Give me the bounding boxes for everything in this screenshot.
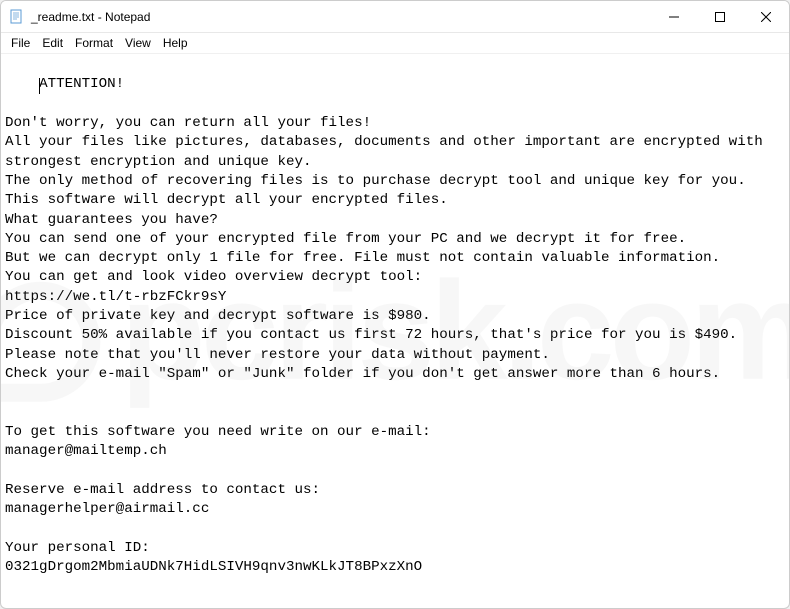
text-cursor — [39, 78, 40, 94]
titlebar: _readme.txt - Notepad — [1, 1, 789, 33]
menu-view[interactable]: View — [119, 34, 157, 52]
notepad-window: _readme.txt - Notepad File Edit Format V… — [0, 0, 790, 609]
menu-format[interactable]: Format — [69, 34, 119, 52]
menubar: File Edit Format View Help — [1, 33, 789, 54]
close-button[interactable] — [743, 1, 789, 32]
minimize-button[interactable] — [651, 1, 697, 32]
menu-file[interactable]: File — [5, 34, 36, 52]
window-controls — [651, 1, 789, 32]
text-area[interactable]: pcrisk.comATTENTION! Don't worry, you ca… — [1, 54, 789, 608]
document-text: ATTENTION! Don't worry, you can return a… — [5, 76, 771, 575]
notepad-icon — [9, 9, 25, 25]
menu-edit[interactable]: Edit — [36, 34, 69, 52]
window-title: _readme.txt - Notepad — [31, 10, 651, 24]
maximize-button[interactable] — [697, 1, 743, 32]
menu-help[interactable]: Help — [157, 34, 194, 52]
